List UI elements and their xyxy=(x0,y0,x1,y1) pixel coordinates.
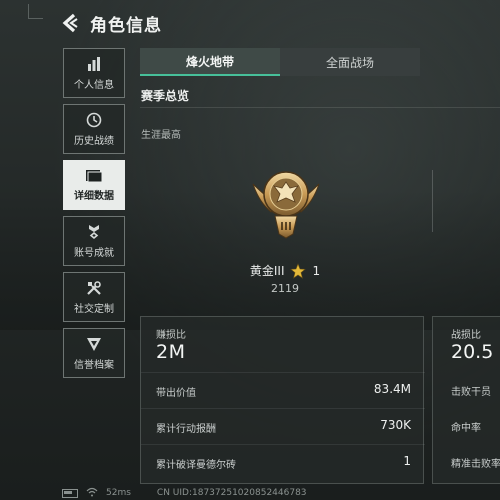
star-icon xyxy=(290,262,307,279)
stat-value: 83.4M xyxy=(373,382,411,396)
rank-name: 黄金III xyxy=(249,264,285,278)
user-uid: CN UID:18737251020852446783 xyxy=(156,488,307,498)
stat-label: 精准击败率 xyxy=(451,459,500,470)
kd-ratio-label: 战损比 xyxy=(451,330,481,341)
stat-label: 累计行动报酬 xyxy=(156,424,216,435)
sidebar-item-detailed-data[interactable]: 详细数据 xyxy=(63,160,125,210)
divider xyxy=(140,107,500,108)
stat-value: 1 xyxy=(403,454,411,468)
sidebar-item-label: 社交定制 xyxy=(74,303,114,315)
stat-value: 730K xyxy=(380,418,411,432)
stat-label: 带出价值 xyxy=(156,388,196,399)
history-icon xyxy=(86,112,102,128)
tools-icon xyxy=(86,280,102,296)
back-arrow-icon xyxy=(62,13,78,33)
corner-bracket xyxy=(28,4,43,19)
sidebar-item-social[interactable]: 社交定制 xyxy=(63,272,125,322)
gold-rank-badge-icon xyxy=(252,171,320,239)
sidebar-item-history[interactable]: 历史战绩 xyxy=(63,104,125,154)
career-best-label: 生涯最高 xyxy=(141,130,181,141)
credit-shield-icon xyxy=(86,336,102,352)
stat-label: 累计破译曼德尔砖 xyxy=(156,460,236,471)
mode-tabs: 烽火地带 全面战场 xyxy=(140,48,420,76)
sidebar-item-label: 详细数据 xyxy=(74,191,114,202)
rank-score: 2119 xyxy=(271,282,299,295)
sidebar-item-label: 信誉档案 xyxy=(74,359,114,371)
stat-label: 命中率 xyxy=(451,423,481,434)
sidebar-item-label: 历史战绩 xyxy=(74,135,114,147)
tab-hazard-zone[interactable]: 烽火地带 xyxy=(140,48,280,76)
ping-value: 52ms xyxy=(106,488,131,498)
profit-ratio-value: 2M xyxy=(156,341,186,363)
stats-card-profit: 赚损比 2M 带出价值 83.4M 累计行动报酬 730K 累计破译曼德尔砖 1 xyxy=(140,316,425,484)
sidebar-item-label: 个人信息 xyxy=(74,79,114,91)
stat-row: 累计破译曼德尔砖 1 xyxy=(141,444,425,480)
sidebar-item-profile[interactable]: 个人信息 xyxy=(63,48,125,98)
sidebar-item-achievements[interactable]: 账号成就 xyxy=(63,216,125,266)
rank-line: 黄金III 1 xyxy=(200,262,370,279)
page-title: 角色信息 xyxy=(90,15,162,36)
stats-card-kd: 战损比 20.5 击败干员 命中率 精准击败率 xyxy=(432,316,500,484)
kd-ratio-value: 20.5 xyxy=(451,341,494,363)
battery-icon xyxy=(62,488,78,498)
vertical-divider xyxy=(432,170,433,232)
header: 角色信息 xyxy=(60,10,162,36)
profit-ratio-label: 赚损比 xyxy=(156,330,186,341)
sidebar-item-credit[interactable]: 信誉档案 xyxy=(63,328,125,378)
section-title: 赛季总览 xyxy=(141,89,190,103)
bar-chart-icon xyxy=(86,56,102,72)
sidebar-item-label: 账号成就 xyxy=(74,247,114,259)
achievement-badge-icon xyxy=(86,224,102,240)
rank-emblem xyxy=(249,162,323,242)
stat-row: 累计行动报酬 730K xyxy=(141,408,425,444)
folder-icon xyxy=(85,168,103,183)
status-footer: 52ms CN UID:18737251020852446783 xyxy=(62,487,307,499)
wifi-icon xyxy=(86,487,98,500)
stat-label: 击败干员 xyxy=(451,387,491,398)
stat-row: 带出价值 83.4M xyxy=(141,372,425,408)
sidebar: 个人信息 历史战绩 详细数据 账号成就 社交定制 信誉档案 xyxy=(63,48,127,378)
tab-full-battlefield[interactable]: 全面战场 xyxy=(280,48,420,76)
back-button[interactable] xyxy=(60,12,80,34)
rank-stars: 1 xyxy=(312,263,321,278)
